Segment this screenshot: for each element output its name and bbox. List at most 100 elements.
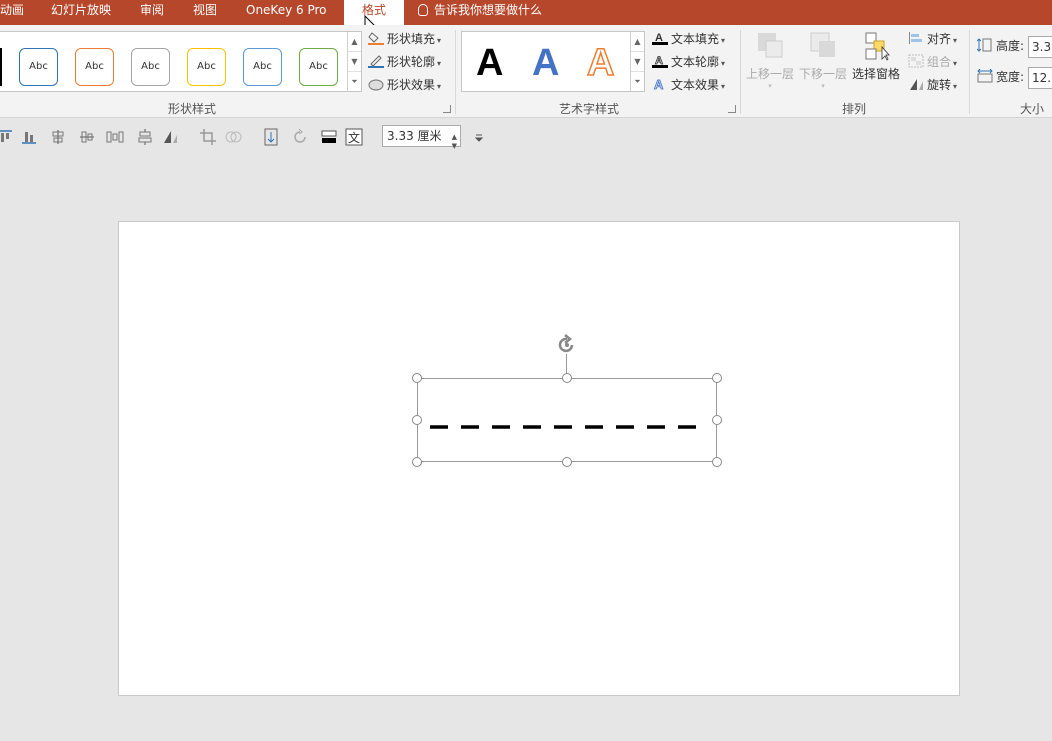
resize-handle-bottom[interactable]: [562, 457, 572, 467]
text-outline-button[interactable]: A 文本轮廓 ▾: [652, 52, 725, 72]
arrange-group-label: 排列: [842, 102, 867, 116]
align-bottom-icon[interactable]: [20, 128, 38, 146]
wordart-gallery-scrollbar[interactable]: ▲ ▼ ⏷: [630, 32, 644, 91]
text-fill-button[interactable]: A 文本填充 ▾: [652, 29, 725, 49]
shape-style-item[interactable]: Abc: [299, 48, 338, 86]
shape-style-item[interactable]: Abc: [19, 48, 58, 86]
text-box-icon[interactable]: 文: [345, 128, 363, 146]
rotate-label: 旋转: [927, 78, 952, 92]
send-backward-icon: [809, 31, 837, 61]
crop-icon[interactable]: [199, 128, 217, 146]
wordart-launcher-icon[interactable]: [728, 105, 736, 113]
rotation-handle-icon[interactable]: [555, 333, 579, 357]
wordart-style-orange-outline[interactable]: A: [586, 41, 615, 85]
ribbon: Abc Abc Abc Abc Abc Abc ▲ ▼ ⏷ 形状填充 ▾ 形状轮廓…: [0, 25, 1052, 118]
shape-styles-launcher-icon[interactable]: [443, 105, 451, 113]
wordart-style-blue[interactable]: A: [532, 42, 559, 85]
bring-forward-icon: [756, 31, 784, 61]
text-effects-label: 文本效果: [671, 78, 720, 92]
align-icon: [908, 31, 924, 45]
tab-onekey[interactable]: OneKey 6 Pro: [246, 0, 327, 25]
resize-handle-top-left[interactable]: [412, 373, 422, 383]
distribute-vertical-icon[interactable]: [136, 128, 154, 146]
slide-canvas[interactable]: [118, 221, 960, 696]
width-icon: [977, 68, 993, 83]
shape-styles-group-label: 形状样式: [168, 102, 217, 116]
selection-pane-label: 选择窗格: [851, 67, 900, 81]
resize-handle-left[interactable]: [412, 415, 422, 425]
shape-style-item[interactable]: Abc: [187, 48, 226, 86]
width-label: 宽度:: [996, 70, 1025, 84]
width-input[interactable]: 12.0: [1028, 67, 1052, 89]
text-direction-icon[interactable]: [262, 128, 280, 146]
wordart-gallery: A A A ▲ ▼ ⏷: [461, 31, 645, 92]
tab-animations[interactable]: 动画: [0, 0, 24, 25]
send-backward-button[interactable]: 下移一层 ▾: [799, 31, 847, 90]
quick-toolbar: 文 3.33 厘米 ▲ ▼: [0, 119, 1052, 155]
selection-pane-button[interactable]: 选择窗格: [851, 31, 901, 82]
text-fill-label: 文本填充: [671, 32, 720, 46]
group-separator: [455, 30, 456, 114]
lightbulb-icon: [418, 4, 428, 16]
dashed-line-shape[interactable]: [429, 423, 704, 431]
resize-handle-bottom-left[interactable]: [412, 457, 422, 467]
svg-text:A: A: [654, 77, 664, 91]
resize-handle-bottom-right[interactable]: [712, 457, 722, 467]
text-fill-icon: A: [652, 31, 668, 45]
pencil-icon: [368, 54, 384, 68]
shape-outline-label: 形状轮廓: [387, 55, 436, 69]
gallery-scrollbar[interactable]: ▲ ▼ ⏷: [347, 32, 361, 91]
height-label: 高度:: [996, 39, 1025, 53]
shape-size-spinner[interactable]: 3.33 厘米 ▲ ▼: [382, 125, 461, 150]
tell-me-box[interactable]: 告诉我你想要做什么: [418, 0, 542, 25]
spin-down-icon[interactable]: ▼: [452, 136, 457, 156]
text-effects-button[interactable]: A 文本效果 ▾: [652, 75, 725, 95]
rotate-dropdown-icon[interactable]: [162, 128, 180, 146]
group-separator: [969, 30, 970, 114]
align-button[interactable]: 对齐 ▾: [908, 29, 957, 49]
rotate-icon: [908, 77, 924, 91]
shape-style-item[interactable]: Abc: [131, 48, 170, 86]
selection-pane-icon: [862, 31, 890, 61]
paint-bucket-icon: [368, 31, 384, 45]
shape-style-item[interactable]: Abc: [75, 48, 114, 86]
shape-fill-button[interactable]: 形状填充 ▾: [368, 29, 441, 49]
align-label: 对齐: [927, 32, 952, 46]
align-center-icon[interactable]: [78, 128, 96, 146]
fill-color-icon[interactable]: [320, 128, 338, 146]
shape-outline-button[interactable]: 形状轮廓 ▾: [368, 52, 441, 72]
align-top-icon[interactable]: [0, 128, 14, 146]
distribute-horizontal-icon[interactable]: [106, 128, 124, 146]
gallery-item-partial[interactable]: [0, 48, 2, 86]
resize-handle-top[interactable]: [562, 373, 572, 383]
width-label-row: 宽度:: [977, 67, 1024, 87]
bring-forward-button[interactable]: 上移一层 ▾: [746, 31, 794, 90]
group-separator: [740, 30, 741, 114]
align-middle-icon[interactable]: [49, 128, 67, 146]
gallery-scroll-up-icon[interactable]: ▲: [348, 32, 361, 52]
merge-shapes-icon[interactable]: [224, 128, 242, 146]
rotate-button[interactable]: 旋转 ▾: [908, 75, 957, 95]
customize-toolbar-icon[interactable]: [474, 128, 492, 146]
gallery-scroll-down-icon[interactable]: ▼: [348, 52, 361, 72]
group-button[interactable]: 组合 ▾: [908, 52, 957, 72]
text-outline-label: 文本轮廓: [671, 55, 720, 69]
tell-me-text: 告诉我你想要做什么: [434, 3, 543, 17]
wordart-scroll-down-icon[interactable]: ▼: [631, 52, 644, 72]
shape-style-item[interactable]: Abc: [243, 48, 282, 86]
tab-view[interactable]: 视图: [193, 0, 217, 25]
wordart-style-black[interactable]: A: [476, 42, 503, 85]
gallery-more-icon[interactable]: ⏷: [348, 72, 361, 92]
resize-handle-right[interactable]: [712, 415, 722, 425]
reset-rotation-icon[interactable]: [291, 128, 309, 146]
tab-review[interactable]: 审阅: [140, 0, 164, 25]
wordart-more-icon[interactable]: ⏷: [631, 72, 644, 92]
selected-shape-bounding-box[interactable]: [417, 378, 717, 462]
tab-slideshow[interactable]: 幻灯片放映: [51, 0, 111, 25]
shape-effects-button[interactable]: 形状效果 ▾: [368, 75, 441, 95]
height-input[interactable]: 3.33: [1028, 36, 1052, 58]
wordart-scroll-up-icon[interactable]: ▲: [631, 32, 644, 52]
shape-fill-label: 形状填充: [387, 32, 436, 46]
resize-handle-top-right[interactable]: [712, 373, 722, 383]
height-label-row: 高度:: [976, 36, 1025, 56]
